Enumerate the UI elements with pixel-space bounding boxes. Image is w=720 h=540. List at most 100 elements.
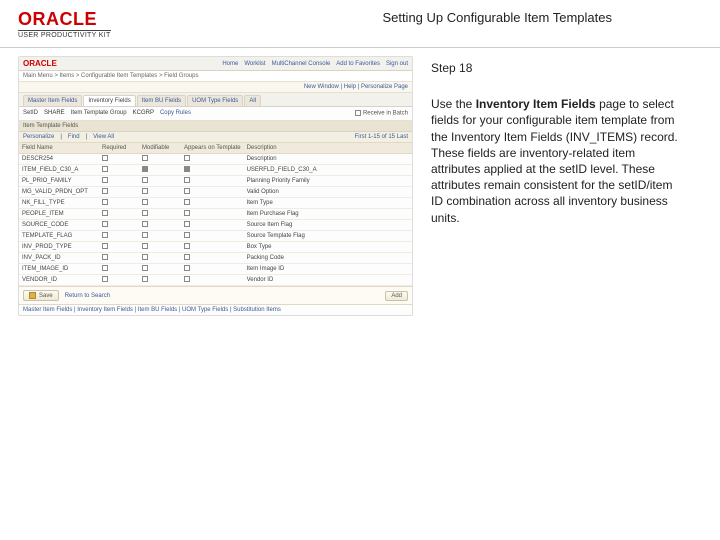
modifiable-checkbox[interactable]	[142, 254, 148, 260]
nav-mc[interactable]: MultiChannel Console	[272, 61, 331, 67]
modifiable-checkbox[interactable]	[142, 265, 148, 271]
table-row: TEMPLATE_FLAGSource Template Flag	[19, 230, 412, 241]
template-checkbox[interactable]	[184, 188, 190, 194]
setid-label: SetID	[23, 110, 38, 116]
cell-field: DESCR254	[19, 153, 99, 164]
nav-home[interactable]: Home	[222, 61, 238, 67]
template-checkbox[interactable]	[184, 166, 190, 172]
table-row: SOURCE_CODE Source Item Flag	[19, 219, 412, 230]
breadcrumb[interactable]: Main Menu > Items > Configurable Item Te…	[19, 71, 412, 82]
section-title: Item Template Fields	[19, 121, 412, 132]
tab-master-item-fields[interactable]: Master Item Fields	[23, 95, 82, 106]
cell-field: ITEM_FIELD_C30_A	[19, 164, 99, 175]
modifiable-checkbox[interactable]	[142, 166, 148, 172]
required-checkbox[interactable]	[102, 243, 108, 249]
template-checkbox[interactable]	[184, 243, 190, 249]
modifiable-checkbox[interactable]	[142, 232, 148, 238]
cfg-link[interactable]: Copy Rules	[160, 110, 191, 116]
cell-field: INV_PROD_TYPE	[19, 241, 99, 252]
template-checkbox[interactable]	[184, 221, 190, 227]
cell-field: SOURCE_CODE	[19, 219, 99, 230]
template-checkbox[interactable]	[184, 232, 190, 238]
tab-item-bu-fields[interactable]: Item BU Fields	[137, 95, 186, 106]
cell-desc: Box Type	[244, 241, 412, 252]
modifiable-checkbox[interactable]	[142, 276, 148, 282]
required-checkbox[interactable]	[102, 232, 108, 238]
required-checkbox[interactable]	[102, 188, 108, 194]
brand-subtext: USER PRODUCTIVITY KIT	[18, 30, 111, 39]
col-modifiable: Modifiable	[139, 143, 181, 154]
tbl-viewall[interactable]: View All	[93, 134, 114, 140]
required-checkbox[interactable]	[102, 166, 108, 172]
cell-desc: Planning Priority Family	[244, 175, 412, 186]
modifiable-checkbox[interactable]	[142, 155, 148, 161]
cell-desc: Description	[244, 153, 412, 164]
step-label: Step 18	[431, 60, 686, 76]
required-checkbox[interactable]	[102, 276, 108, 282]
cell-field: PEOPLE_ITEM	[19, 208, 99, 219]
modifiable-checkbox[interactable]	[142, 221, 148, 227]
template-checkbox[interactable]	[184, 177, 190, 183]
tbl-find[interactable]: Find	[68, 134, 80, 140]
required-checkbox[interactable]	[102, 155, 108, 161]
nav-worklist[interactable]: Worklist	[244, 61, 265, 67]
template-checkbox[interactable]	[184, 276, 190, 282]
cell-field: MG_VALID_PRDN_OPT	[19, 186, 99, 197]
tbl-personalize[interactable]: Personalize	[23, 134, 54, 140]
table-row: DESCR254 Description	[19, 153, 412, 164]
brand-logo: ORACLE USER PRODUCTIVITY KIT	[18, 10, 111, 39]
cell-field: PL_PRIO_FAMILY	[19, 175, 99, 186]
required-checkbox[interactable]	[102, 221, 108, 227]
table-row: PEOPLE_ITEMItem Purchase Flag	[19, 208, 412, 219]
required-checkbox[interactable]	[102, 199, 108, 205]
required-checkbox[interactable]	[102, 177, 108, 183]
template-checkbox[interactable]	[184, 254, 190, 260]
col-desc: Description	[244, 143, 412, 154]
modifiable-checkbox[interactable]	[142, 188, 148, 194]
nav-signout[interactable]: Sign out	[386, 61, 408, 67]
tmpl-label: Item Template Group	[71, 110, 127, 116]
required-checkbox[interactable]	[102, 210, 108, 216]
return-link[interactable]: Return to Search	[65, 293, 110, 299]
page-actions[interactable]: New Window | Help | Personalize Page	[19, 82, 412, 93]
table-row: ITEM_IMAGE_IDItem Image ID	[19, 263, 412, 274]
cell-field: INV_PACK_ID	[19, 252, 99, 263]
template-checkbox[interactable]	[184, 210, 190, 216]
cell-desc: Source Template Flag	[244, 230, 412, 241]
use-batch-label: Receive in Batch	[363, 111, 408, 117]
tab-all[interactable]: All	[244, 95, 261, 106]
setid-value: SHARE	[44, 110, 65, 116]
template-checkbox[interactable]	[184, 199, 190, 205]
bottom-tabs-links[interactable]: Master Item Fields | Inventory Item Fiel…	[19, 304, 412, 315]
table-row: INV_PACK_IDPacking Code	[19, 252, 412, 263]
brand-text: ORACLE	[18, 10, 111, 28]
table-row: ITEM_FIELD_C30_AUSERFLD_FIELD_C30_A	[19, 164, 412, 175]
cell-desc: Valid Option	[244, 186, 412, 197]
tbl-range: First 1-15 of 15 Last	[355, 134, 408, 140]
step-description: Use the Inventory Item Fields page to se…	[431, 96, 686, 226]
use-batch-checkbox[interactable]	[355, 110, 361, 116]
page-title: Setting Up Configurable Item Templates	[382, 10, 702, 25]
modifiable-checkbox[interactable]	[142, 210, 148, 216]
app-brand: ORACLE	[23, 59, 57, 68]
col-required: Required	[99, 143, 139, 154]
cell-desc: Source Item Flag	[244, 219, 412, 230]
modifiable-checkbox[interactable]	[142, 177, 148, 183]
nav-add-fav[interactable]: Add to Favorites	[336, 61, 380, 67]
save-button[interactable]: Save	[23, 290, 59, 301]
required-checkbox[interactable]	[102, 254, 108, 260]
required-checkbox[interactable]	[102, 265, 108, 271]
table-row: MG_VALID_PRDN_OPT Valid Option	[19, 186, 412, 197]
template-checkbox[interactable]	[184, 265, 190, 271]
cell-desc: Vendor ID	[244, 274, 412, 285]
col-field: Field Name	[19, 143, 99, 154]
cell-field: NK_FILL_TYPE	[19, 197, 99, 208]
table-row: PL_PRIO_FAMILY Planning Priority Family	[19, 175, 412, 186]
template-checkbox[interactable]	[184, 155, 190, 161]
modifiable-checkbox[interactable]	[142, 199, 148, 205]
tab-uom-type-fields[interactable]: UOM Type Fields	[187, 95, 243, 106]
tab-inventory-fields[interactable]: Inventory Fields	[83, 95, 135, 106]
modifiable-checkbox[interactable]	[142, 243, 148, 249]
cell-field: VENDOR_ID	[19, 274, 99, 285]
add-button[interactable]: Add	[385, 291, 408, 301]
